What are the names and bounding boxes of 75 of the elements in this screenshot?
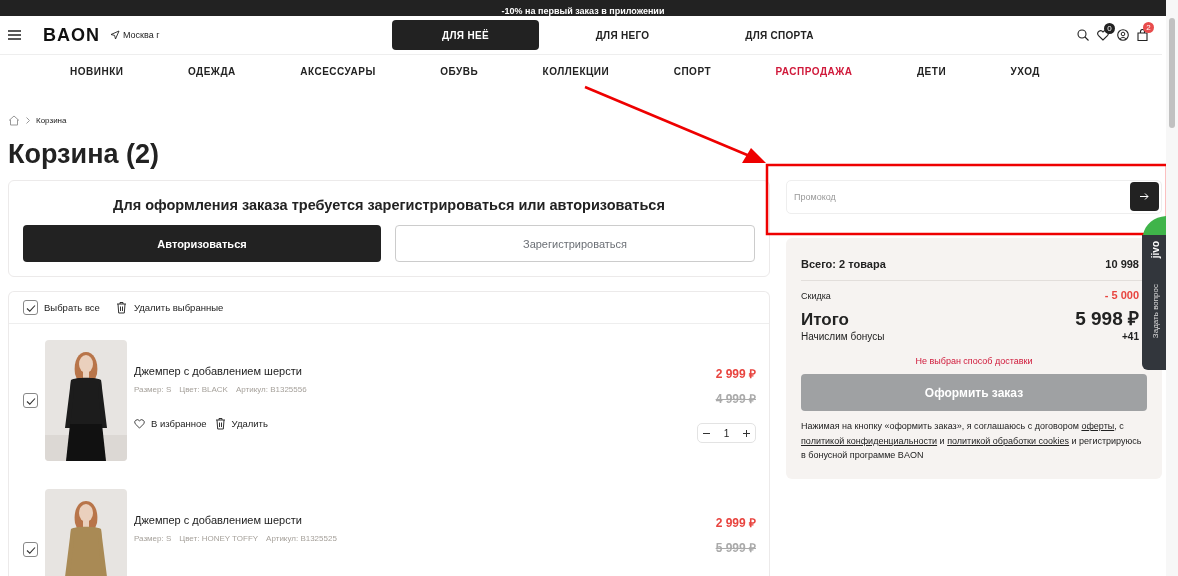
bonus-value: +41 — [1122, 331, 1139, 342]
register-button[interactable]: Зарегистрироваться — [395, 225, 755, 262]
home-icon[interactable] — [8, 114, 20, 126]
old-price: 5 999 ₽ — [715, 540, 756, 556]
grand-total-value: 5 998 ₽ — [1075, 307, 1139, 331]
product-size: Размер: S — [134, 534, 172, 543]
product-color: Цвет: BLACK — [179, 385, 228, 394]
auth-message: Для оформления заказа требуется зарегистрироваться или авторизоваться — [112, 197, 666, 213]
product-sku: Артикул: B1325525 — [266, 534, 337, 543]
nav-link[interactable]: ОДЕЖДА — [187, 66, 236, 77]
chevron-icon — [26, 116, 30, 124]
add-to-favorites-link[interactable]: В избранное — [134, 418, 207, 429]
scrollbar-thumb[interactable] — [1169, 18, 1175, 128]
bonus-label: Начислим бонусы — [801, 331, 885, 342]
chat-widget[interactable]: jivo Задать вопрос — [1142, 235, 1166, 370]
current-price: 2 999 ₽ — [715, 515, 756, 531]
category-tab[interactable]: ДЛЯ СПОРТА — [706, 20, 853, 50]
plus-icon[interactable] — [743, 429, 750, 437]
count-badge: 2 — [1143, 22, 1154, 33]
product-color: Цвет: HONEY TOFFY — [179, 534, 259, 543]
product-size: Размер: S — [134, 385, 172, 394]
discount-label: Скидка — [801, 291, 831, 301]
category-tab[interactable]: ДЛЯ НЕГО — [549, 20, 696, 50]
items-total-label: Всего: 2 товара — [801, 258, 886, 270]
current-price: 2 999 ₽ — [715, 366, 756, 382]
promo-code-field[interactable]: Промокод — [786, 180, 1162, 214]
logo[interactable]: BAON — [43, 24, 100, 46]
select-all-label[interactable]: Выбрать все — [44, 302, 100, 313]
delete-link[interactable]: Удалить — [214, 417, 268, 430]
quantity-value: 1 — [723, 427, 730, 439]
apply-button[interactable] — [1130, 182, 1159, 211]
product-sku: Артикул: B1325556 — [235, 385, 307, 394]
location-arrow-icon — [110, 30, 120, 40]
nav-link[interactable]: АКСЕССУАРЫ — [300, 66, 376, 77]
legal-link[interactable]: политикой обработки cookies — [947, 435, 1070, 446]
nav-link[interactable]: ДЕТИ — [917, 66, 947, 77]
quantity-stepper[interactable]: 1 — [697, 423, 756, 443]
discount-value: - 5 000 — [1104, 289, 1139, 301]
count-badge: 0 — [1104, 22, 1115, 34]
login-button[interactable]: Авторизоваться — [23, 225, 381, 262]
checkbox[interactable] — [23, 300, 38, 315]
promo-banner-text: -10% на первый заказ в приложении — [501, 6, 665, 16]
page-title: Корзина (2) — [8, 138, 160, 170]
items-total-value: 10 998 — [1105, 258, 1139, 270]
heart-icon[interactable] — [1097, 29, 1109, 41]
menu-icon[interactable] — [8, 30, 21, 40]
nav-link[interactable]: СПОРТ — [673, 66, 712, 77]
legal-link[interactable]: политикой конфиденциальности — [801, 435, 938, 446]
user-icon[interactable] — [1117, 29, 1129, 41]
breadcrumb-item[interactable]: Корзина — [36, 115, 67, 125]
trash-icon — [214, 417, 226, 430]
checkbox[interactable] — [23, 393, 38, 408]
chat-label: Задать вопрос — [1150, 284, 1160, 339]
delete-selected-link[interactable]: Удалить выбранные — [115, 301, 224, 314]
nav-link[interactable]: РАСПРОДАЖА — [775, 66, 853, 77]
grand-total-label: Итого — [801, 310, 849, 330]
heart-icon — [134, 418, 145, 429]
chat-logo: jivo — [1149, 241, 1161, 259]
checkbox[interactable] — [23, 542, 38, 557]
city-selector[interactable]: Москва г — [110, 30, 160, 40]
nav-link[interactable]: НОВИНКИ — [70, 66, 124, 77]
bag-icon[interactable] — [1137, 29, 1148, 41]
product-name[interactable]: Джемпер с добавлением шерсти — [134, 365, 697, 377]
delivery-error: Не выбран способ доставки — [914, 356, 1034, 366]
leaf-icon — [1142, 215, 1166, 235]
arrow-right-icon — [1140, 193, 1149, 200]
old-price: 4 999 ₽ — [715, 391, 756, 407]
legal-text: Нажимая на кнопку «оформить заказ», я соглашаюсь с договором оферты, с политикой конфиденциальности и политикой обработки cookies и регистрируюсь в бонусной программе BAON — [801, 420, 1143, 462]
nav-link[interactable]: ОБУВЬ — [440, 66, 479, 77]
product-name[interactable]: Джемпер с добавлением шерсти — [134, 514, 716, 526]
trash-icon — [115, 301, 127, 314]
nav-link[interactable]: УХОД — [1010, 66, 1040, 77]
search-icon[interactable] — [1077, 29, 1089, 41]
nav-link[interactable]: КОЛЛЕКЦИИ — [542, 66, 610, 77]
category-tab[interactable]: ДЛЯ НЕЁ — [392, 20, 539, 50]
